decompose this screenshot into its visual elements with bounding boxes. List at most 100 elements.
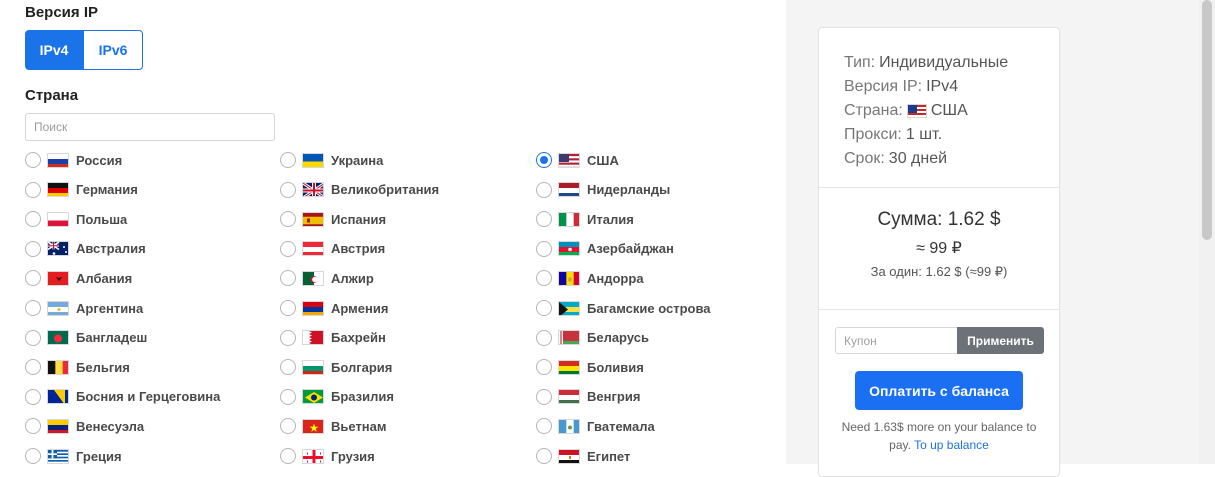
country-option[interactable]: Болгария bbox=[280, 356, 392, 378]
country-flag-icon bbox=[47, 241, 69, 257]
country-flag-icon bbox=[47, 300, 69, 316]
country-option[interactable]: Испания bbox=[280, 208, 386, 230]
country-option[interactable]: Украина bbox=[280, 149, 383, 171]
total-price: Сумма: 1.62 $ bbox=[877, 209, 1001, 230]
ipv6-button[interactable]: IPv6 bbox=[83, 30, 143, 70]
scrollbar-thumb[interactable] bbox=[1202, 0, 1212, 240]
summary-version-label: Версия IP: bbox=[844, 78, 923, 95]
country-radio[interactable] bbox=[25, 181, 41, 198]
country-option[interactable]: Алжир bbox=[280, 267, 374, 289]
country-flag-icon bbox=[47, 152, 69, 168]
country-radio[interactable] bbox=[25, 329, 41, 346]
country-option[interactable]: Великобритания bbox=[280, 179, 439, 201]
country-radio[interactable] bbox=[536, 211, 552, 228]
summary-type-label: Тип: bbox=[844, 54, 876, 71]
country-radio[interactable] bbox=[536, 181, 552, 198]
country-name: Бангладеш bbox=[76, 330, 148, 346]
country-radio[interactable] bbox=[280, 152, 296, 168]
summary-country: Страна: США bbox=[844, 102, 968, 120]
country-flag-icon bbox=[47, 330, 69, 346]
country-option[interactable]: США bbox=[536, 149, 619, 171]
country-radio[interactable] bbox=[280, 211, 296, 228]
country-radio[interactable] bbox=[25, 300, 41, 316]
country-flag-icon bbox=[558, 270, 580, 286]
country-option[interactable]: Германия bbox=[25, 179, 138, 201]
summary-type: Тип: Индивидуальные bbox=[844, 54, 1008, 72]
country-radio[interactable] bbox=[536, 359, 552, 376]
country-option[interactable]: Италия bbox=[536, 208, 634, 230]
country-name: Албания bbox=[76, 270, 133, 286]
country-flag-icon bbox=[302, 270, 324, 286]
country-option[interactable]: Австралия bbox=[25, 238, 146, 260]
country-radio[interactable] bbox=[536, 300, 552, 316]
country-option[interactable]: Польша bbox=[25, 208, 127, 230]
country-option[interactable]: Бельгия bbox=[25, 356, 130, 378]
summary-type-value: Индивидуальные bbox=[879, 54, 1009, 71]
country-option[interactable]: Россия bbox=[25, 149, 122, 171]
ip-version-toggle: IPv4 IPv6 bbox=[25, 30, 143, 70]
country-radio[interactable] bbox=[280, 181, 296, 198]
country-name: США bbox=[587, 152, 619, 168]
country-radio[interactable] bbox=[280, 448, 296, 464]
country-option[interactable]: Беларусь bbox=[536, 327, 649, 349]
country-radio[interactable] bbox=[536, 388, 552, 405]
country-radio[interactable] bbox=[536, 418, 552, 435]
country-radio[interactable] bbox=[280, 329, 296, 346]
country-search-input[interactable] bbox=[25, 113, 275, 141]
country-radio[interactable] bbox=[25, 359, 41, 376]
summary-term-label: Срок: bbox=[844, 150, 885, 167]
apply-coupon-button[interactable]: Применить bbox=[957, 327, 1044, 354]
country-option[interactable]: Австрия bbox=[280, 238, 385, 260]
country-option[interactable]: Гватемала bbox=[536, 415, 655, 437]
country-option[interactable]: Вьетнам bbox=[280, 415, 387, 437]
country-radio[interactable] bbox=[25, 388, 41, 405]
country-option[interactable]: Босния и Герцеговина bbox=[25, 386, 220, 408]
country-radio[interactable] bbox=[25, 448, 41, 464]
country-radio[interactable] bbox=[536, 240, 552, 257]
country-radio[interactable] bbox=[536, 329, 552, 346]
country-radio[interactable] bbox=[536, 152, 552, 168]
country-flag-icon bbox=[302, 359, 324, 375]
country-label: Страна bbox=[25, 87, 79, 104]
country-option[interactable]: Албания bbox=[25, 267, 132, 289]
country-option[interactable]: Армения bbox=[280, 297, 388, 319]
country-option[interactable]: Нидерланды bbox=[536, 179, 670, 201]
country-radio[interactable] bbox=[536, 270, 552, 287]
country-name: Венгрия bbox=[587, 389, 641, 405]
country-flag-icon bbox=[302, 300, 324, 316]
country-radio[interactable] bbox=[25, 211, 41, 228]
pay-from-balance-button[interactable]: Оплатить с баланса bbox=[855, 371, 1023, 410]
country-flag-icon bbox=[47, 389, 69, 405]
country-radio[interactable] bbox=[25, 270, 41, 287]
country-option[interactable]: Боливия bbox=[536, 356, 644, 378]
top-up-balance-link[interactable]: To up balance bbox=[914, 438, 989, 452]
country-radio[interactable] bbox=[536, 448, 552, 464]
country-radio[interactable] bbox=[280, 418, 296, 435]
country-option[interactable]: Аргентина bbox=[25, 297, 143, 319]
country-option[interactable]: Багамские острова bbox=[536, 297, 711, 319]
coupon-input[interactable] bbox=[835, 327, 958, 354]
ipv4-button[interactable]: IPv4 bbox=[25, 30, 83, 70]
country-radio[interactable] bbox=[25, 240, 41, 257]
country-option[interactable]: Азербайджан bbox=[536, 238, 674, 260]
country-radio[interactable] bbox=[280, 300, 296, 316]
country-radio[interactable] bbox=[25, 418, 41, 435]
country-name: Венесуэла bbox=[76, 418, 145, 434]
country-radio[interactable] bbox=[280, 388, 296, 405]
country-option[interactable]: Бангладеш bbox=[25, 327, 147, 349]
country-radio[interactable] bbox=[280, 240, 296, 257]
country-flag-icon bbox=[47, 211, 69, 227]
summary-ip-version: Версия IP: IPv4 bbox=[844, 78, 958, 96]
country-option[interactable]: Венесуэла bbox=[25, 415, 144, 437]
country-name: Италия bbox=[587, 211, 634, 227]
country-radio[interactable] bbox=[280, 359, 296, 376]
country-name: Алжир bbox=[331, 270, 374, 286]
insufficient-balance-note: Need 1.63$ more on your balance to bbox=[841, 420, 1037, 434]
country-option[interactable]: Бразилия bbox=[280, 386, 394, 408]
country-option[interactable]: Венгрия bbox=[536, 386, 640, 408]
country-option[interactable]: Бахрейн bbox=[280, 327, 386, 349]
country-name: Бахрейн bbox=[331, 330, 386, 346]
country-radio[interactable] bbox=[280, 270, 296, 287]
country-radio[interactable] bbox=[25, 152, 41, 168]
country-option[interactable]: Андорра bbox=[536, 267, 644, 289]
